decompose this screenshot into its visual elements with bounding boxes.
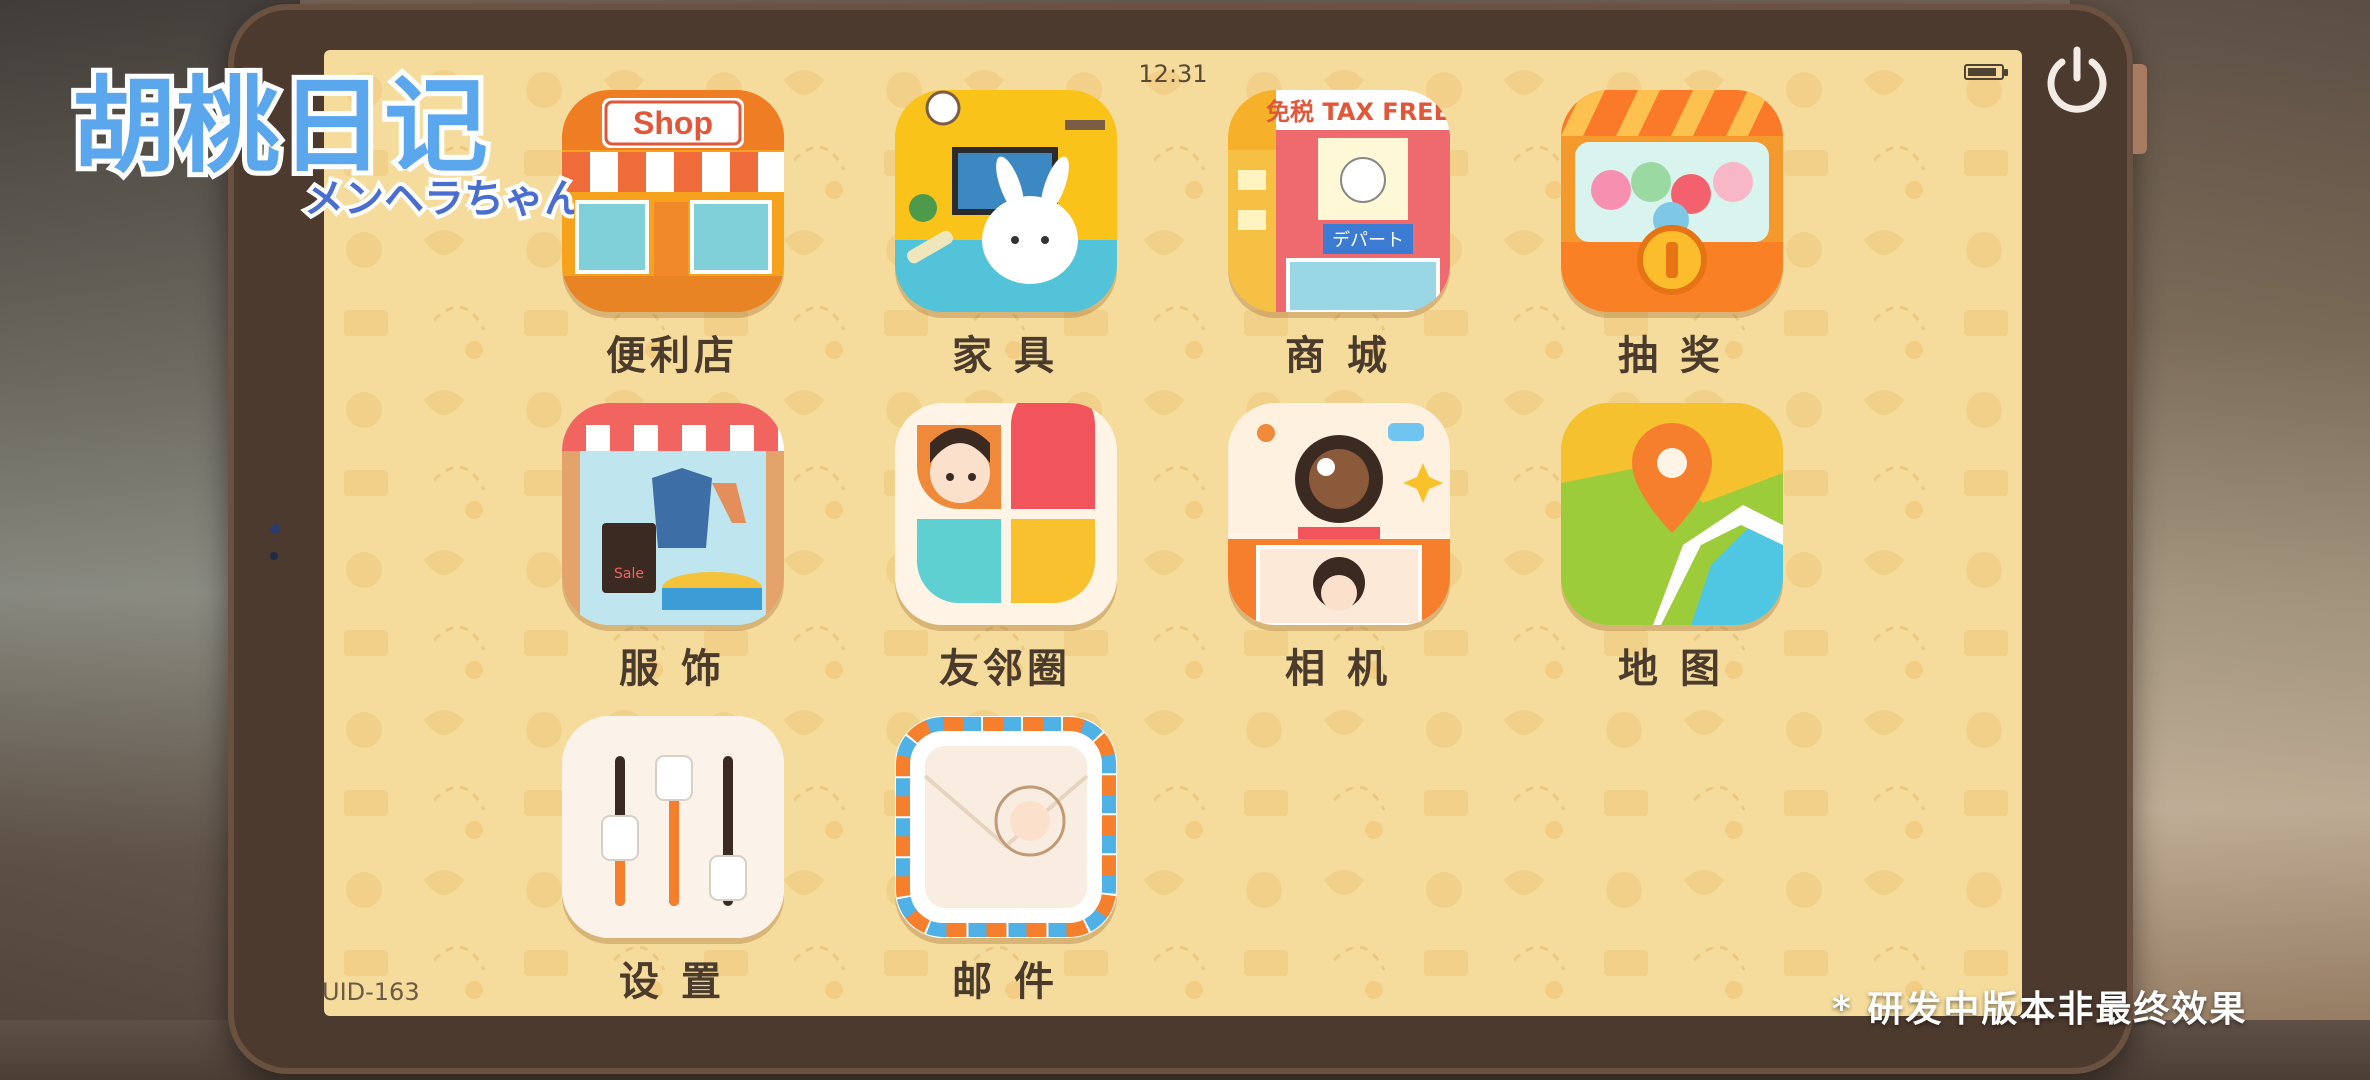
svg-text:Sale: Sale: [614, 566, 644, 582]
settings-sliders-icon: [562, 716, 784, 938]
sensor: [270, 552, 278, 560]
convenience-store-icon: Shop: [562, 90, 784, 312]
app-furniture[interactable]: 家 具: [870, 90, 1130, 390]
app-label: 家 具: [952, 333, 1058, 379]
app-label: 商 城: [1285, 333, 1391, 379]
svg-text:免税 TAX FREE: 免税 TAX FREE: [1266, 98, 1450, 126]
furniture-icon: [895, 90, 1117, 312]
logo-subtitle: メンヘラちゃん: [304, 176, 574, 222]
power-button[interactable]: [2038, 40, 2116, 118]
app-label: 友邻圈: [939, 646, 1071, 692]
app-settings[interactable]: 设 置: [537, 716, 797, 1016]
camera-icon: [1228, 403, 1450, 625]
app-lottery[interactable]: 抽 奖: [1536, 90, 1796, 390]
app-label: 抽 奖: [1618, 333, 1724, 379]
app-label: 地 图: [1618, 646, 1724, 692]
svg-text:Shop: Shop: [633, 105, 713, 141]
clothing-store-icon: Sale: [562, 403, 784, 625]
app-label: 邮 件: [952, 959, 1058, 1005]
logo-title: 胡桃日记: [72, 65, 488, 187]
app-convenience-store[interactable]: Shop 便利店: [537, 90, 797, 390]
app-mall[interactable]: 免税 TAX FREE デパート 商 城: [1203, 90, 1463, 390]
game-logo: 胡桃日记 メンヘラちゃん: [64, 50, 588, 230]
tablet-side-button: [2133, 64, 2147, 154]
friends-circle-icon: [895, 403, 1117, 625]
app-camera[interactable]: 相 机: [1203, 403, 1463, 703]
app-label: 便利店: [606, 333, 738, 379]
lottery-capsule-machine-icon: [1561, 90, 1783, 312]
user-id-label: UID-163: [324, 978, 420, 1006]
battery-icon: [1964, 64, 2008, 80]
status-clock: 12:31: [1138, 60, 1208, 88]
app-label: 设 置: [619, 959, 725, 1005]
tablet-screen: 12:31 UID-163 Shop 便利店 家 具 免税 TAX FREE デ…: [324, 50, 2022, 1016]
app-map[interactable]: 地 图: [1536, 403, 1796, 703]
app-label: 相 机: [1285, 646, 1391, 692]
power-icon: [2047, 46, 2107, 113]
front-camera: [270, 524, 280, 534]
mail-envelope-icon: [895, 716, 1117, 938]
app-clothing[interactable]: Sale 服 饰: [537, 403, 797, 703]
app-mail[interactable]: 邮 件: [870, 716, 1130, 1016]
app-friends-circle[interactable]: 友邻圈: [870, 403, 1130, 703]
app-label: 服 饰: [619, 646, 725, 692]
svg-text:デパート: デパート: [1332, 230, 1404, 251]
mall-icon: 免税 TAX FREE デパート: [1228, 90, 1450, 312]
development-disclaimer: * 研发中版本非最终效果: [1832, 989, 2248, 1030]
map-pin-icon: [1561, 403, 1783, 625]
